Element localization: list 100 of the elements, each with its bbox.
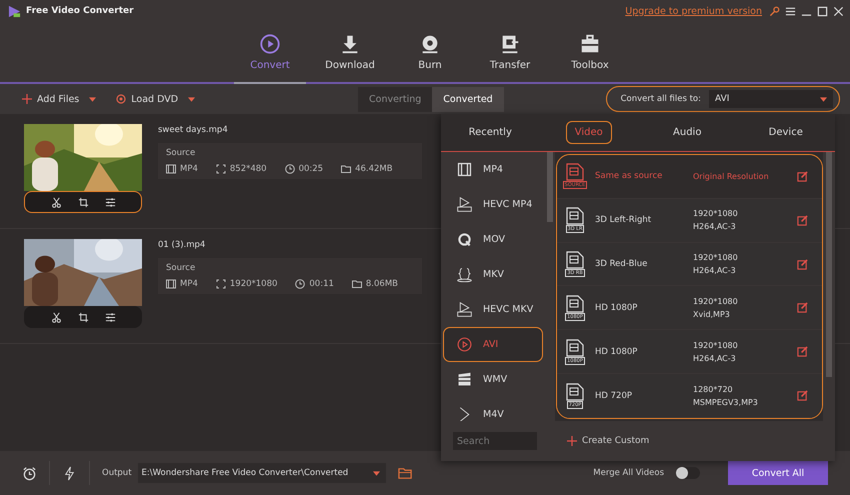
nav-tab[interactable]: Transfer [474,22,546,84]
clock-icon [284,164,295,174]
menu-icon[interactable] [785,6,796,16]
plus-icon [567,436,577,446]
output-path-dropdown[interactable]: E:\Wondershare Free Video Converter\Converted [138,463,386,483]
view-tab[interactable]: Converting [358,86,432,112]
caret-icon [188,96,196,102]
create-custom-button[interactable]: Create Custom [561,435,656,447]
format-item[interactable]: MP4 [443,152,543,187]
convert-all-button[interactable]: Convert All [728,461,828,485]
lightning-icon[interactable] [62,466,77,480]
preset-resolution: 1920*1080 [693,296,739,306]
size-text: 46.42MB [355,164,393,174]
format-item[interactable]: M4V [443,397,543,421]
crop-icon[interactable] [78,196,88,208]
clapperboard-icon [456,371,473,388]
upgrade-link[interactable]: Upgrade to premium version [625,6,762,16]
preset-codec: H264,AC-3 [693,354,737,363]
preset-codec: MSMPEGV3,MP3 [693,398,759,407]
caret-icon [89,96,96,102]
hevc-icon [456,196,473,213]
source-label: Source [166,263,196,273]
output-label: Output [102,468,132,478]
sliders-icon[interactable] [104,312,116,322]
preset-codec: Xvid,MP3 [693,310,731,319]
clock-icon [295,279,306,289]
format-item[interactable]: AVI [443,327,543,362]
window-title: Free Video Converter [26,6,134,16]
size-text: 8.06MB [366,279,398,289]
preset-name: HD 720P [595,390,633,401]
format-item[interactable]: HEVC MKV [443,292,543,327]
play-circle-icon [259,33,281,55]
preset-resolution: 1920*1080 [693,340,739,350]
resize-icon [216,279,226,289]
format-text: MP4 [180,164,198,174]
scissors-icon[interactable] [50,196,62,208]
resolution-text: 852*480 [230,164,267,174]
folder-icon[interactable] [398,466,413,480]
nav-tab[interactable]: Toolbox [554,22,626,84]
format-tab[interactable]: Device [760,121,812,144]
format-item[interactable]: WMV [443,362,543,397]
edit-icon[interactable] [797,302,808,314]
duration-text: 00:11 [309,279,334,289]
edit-icon[interactable] [797,390,808,402]
disc-icon [116,94,126,104]
format-tab[interactable]: Video [566,121,612,144]
braces-icon [456,266,473,283]
film-icon [166,164,176,174]
caret-icon [372,470,380,476]
maximize-icon[interactable] [817,6,828,16]
film-icon [456,161,473,178]
nav-tab[interactable]: Burn [394,22,466,84]
edit-icon[interactable] [797,170,808,182]
add-files-button[interactable]: Add Files [22,94,96,104]
preset-name: 3D Red-Blue [595,259,648,270]
scissors-icon[interactable] [50,312,62,322]
film-icon [166,279,176,289]
plus-icon [22,94,32,104]
resize-icon [216,164,226,174]
preset-resolution: 1280*720 [693,384,734,394]
preset-name: HD 1080P [595,302,638,313]
sliders-icon[interactable] [104,196,116,208]
preset-name: HD 1080P [595,346,638,357]
format-item[interactable]: MOV [443,222,543,257]
nav-tab[interactable]: Download [314,22,386,84]
format-item[interactable]: HEVC MP4 [443,187,543,222]
alarm-clock-icon[interactable] [22,466,37,480]
hevc-icon [456,301,473,318]
edit-icon[interactable] [797,346,808,358]
format-dropdown[interactable]: AVI [709,90,833,108]
preset-codec: H264,AC-3 [693,222,737,232]
close-icon[interactable] [833,6,844,16]
edit-icon[interactable] [797,258,808,270]
source-label: Source [166,148,196,158]
convert-all-label: Convert all files to: [620,94,701,104]
crop-icon[interactable] [78,312,88,322]
merge-label: Merge All Videos [593,468,664,478]
file-name: 01 (3).mp4 [158,240,206,250]
play-circle-icon [456,336,473,353]
format-tab[interactable]: Audio [664,121,710,144]
preset-codec: H264,AC-3 [693,266,737,276]
search-field[interactable]: Search [453,432,537,450]
preset-resolution: Original Resolution [693,172,770,181]
duration-text: 00:25 [298,164,324,174]
q-icon [456,231,473,248]
preset-name: Same as source [595,171,664,182]
folder-icon [341,164,352,174]
file-name: sweet days.mp4 [158,125,229,135]
preset-resolution: 1920*1080 [693,253,739,262]
preset-name: 3D Left-Right [595,215,652,226]
format-text: MP4 [180,279,198,289]
merge-toggle[interactable] [676,467,700,479]
load-dvd-button[interactable]: Load DVD [116,94,196,104]
toolbox-icon [579,33,601,55]
format-tab[interactable]: Recently [460,121,521,144]
view-tab[interactable]: Converted [432,86,504,112]
logo-icon [8,4,21,18]
folder-icon [352,279,362,289]
edit-icon[interactable] [797,214,808,226]
format-item[interactable]: MKV [443,257,543,292]
